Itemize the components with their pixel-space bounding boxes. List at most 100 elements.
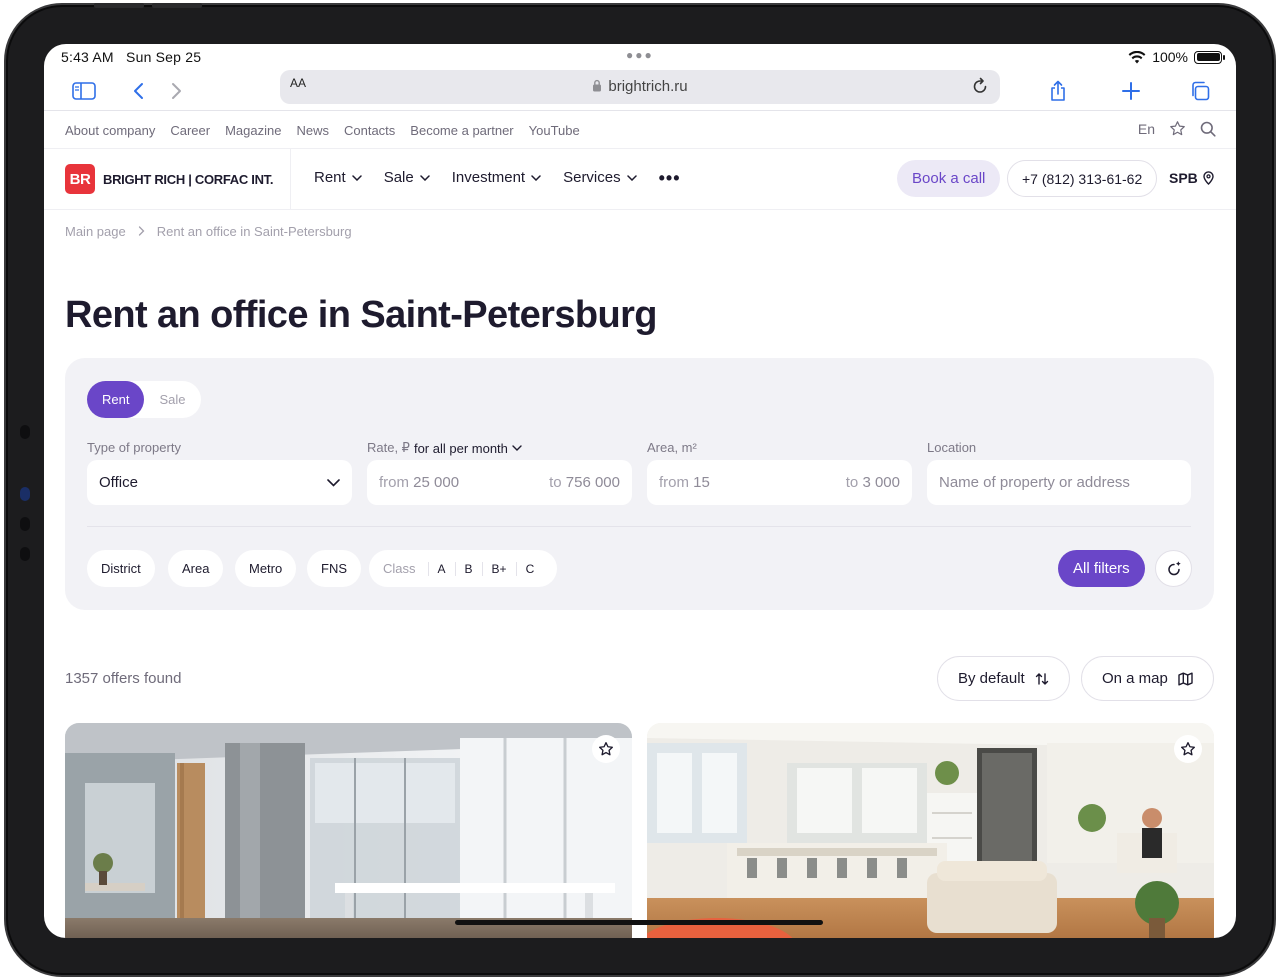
star-icon — [599, 742, 613, 756]
reset-filter-icon — [1167, 560, 1181, 575]
browser-toolbar: AA brightrich.ru — [44, 70, 1236, 111]
rate-from-value[interactable]: 25 000 — [413, 474, 459, 491]
top-link-career[interactable]: Career — [170, 123, 210, 138]
map-icon — [1178, 672, 1193, 685]
status-time: 5:43 AM Sun Sep 25 — [61, 49, 201, 65]
breadcrumb-home[interactable]: Main page — [65, 224, 126, 239]
listing-card[interactable] — [65, 723, 632, 938]
filter-chip-district[interactable]: District — [87, 550, 155, 587]
chevron-right-icon — [138, 226, 145, 236]
new-tab-icon[interactable] — [1117, 78, 1145, 104]
language-switch[interactable]: En — [1138, 121, 1155, 137]
toggle-sale[interactable]: Sale — [144, 381, 200, 418]
class-option-c[interactable]: C — [515, 561, 544, 576]
all-filters-button[interactable]: All filters — [1058, 550, 1145, 587]
sort-button[interactable]: By default — [937, 656, 1070, 701]
forward-icon[interactable] — [162, 78, 190, 104]
status-indicators: 100% — [1128, 49, 1225, 65]
class-option-b[interactable]: B — [454, 561, 482, 576]
filter-chip-area[interactable]: Area — [168, 550, 224, 587]
favorite-button[interactable] — [592, 735, 620, 763]
url-display[interactable]: brightrich.ru — [280, 78, 1000, 95]
class-option-a[interactable]: A — [427, 561, 455, 576]
rate-range-input[interactable]: from 25 000 to 756 000 — [367, 460, 632, 505]
city-selector[interactable]: SPB — [1169, 170, 1214, 186]
favorites-star-icon[interactable] — [1169, 120, 1186, 137]
location-placeholder: Name of property or address — [939, 474, 1130, 491]
share-icon[interactable] — [1044, 78, 1072, 104]
area-range-input[interactable]: from 15 to 3 000 — [647, 460, 912, 505]
rate-to-value[interactable]: 756 000 — [566, 474, 620, 491]
logo-mark: BR — [65, 164, 95, 194]
filter-chip-metro[interactable]: Metro — [235, 550, 297, 587]
top-links-utilities: En — [1138, 120, 1216, 137]
browser-screen: 5:43 AM Sun Sep 25 ●●● 100% AA brightric… — [44, 44, 1236, 938]
property-type-value: Office — [99, 474, 138, 491]
chevron-down-icon — [351, 174, 362, 181]
location-label: Location — [927, 440, 977, 455]
property-type-select[interactable]: Office — [87, 460, 352, 505]
type-label: Type of property — [87, 440, 181, 455]
location-input[interactable]: Name of property or address — [927, 460, 1191, 505]
nav-item-rent[interactable]: Rent — [314, 169, 362, 186]
office-photo — [647, 723, 1214, 938]
address-bar[interactable]: AA brightrich.ru — [280, 70, 1000, 104]
battery-icon — [1194, 50, 1225, 64]
area-from-value[interactable]: 15 — [693, 474, 710, 491]
map-view-button[interactable]: On a map — [1081, 656, 1214, 701]
breadcrumb-current: Rent an office in Saint-Petersburg — [156, 224, 352, 239]
back-icon[interactable] — [125, 78, 153, 104]
multitasking-dots-icon[interactable]: ●●● — [626, 48, 654, 62]
tabs-overview-icon[interactable] — [1186, 78, 1214, 104]
area-to-value[interactable]: 3 000 — [862, 474, 900, 491]
nav-item-label: Rent — [314, 169, 346, 186]
class-filter: Class A B B+ C — [369, 550, 558, 587]
top-link-contacts[interactable]: Contacts — [344, 123, 395, 138]
top-link-news[interactable]: News — [296, 123, 329, 138]
top-link-youtube[interactable]: YouTube — [529, 123, 580, 138]
main-navigation: BR BRIGHT RICH | CORFAC INT. Rent Sale I… — [44, 149, 1236, 210]
url-text: brightrich.ru — [608, 78, 688, 95]
nav-item-label: Investment — [451, 169, 526, 186]
filter-chip-fns[interactable]: FNS — [307, 550, 361, 587]
camera-dot — [20, 425, 30, 439]
saved-search-button[interactable] — [1155, 550, 1192, 587]
nav-item-services[interactable]: Services — [563, 169, 637, 186]
top-link-partner[interactable]: Become a partner — [410, 123, 513, 138]
sidebar-icon[interactable] — [70, 78, 98, 104]
volume-button — [94, 3, 144, 8]
listing-card[interactable] — [647, 723, 1214, 938]
breadcrumb: Main page Rent an office in Saint-Peters… — [65, 224, 352, 239]
chevron-down-icon — [512, 445, 522, 451]
more-menu-icon[interactable]: ••• — [659, 169, 681, 187]
results-count: 1357 offers found — [65, 670, 182, 687]
home-indicator[interactable] — [455, 920, 823, 925]
top-link-about[interactable]: About company — [65, 123, 155, 138]
toggle-rent[interactable]: Rent — [87, 381, 145, 418]
map-label: On a map — [1102, 670, 1168, 687]
office-photo — [65, 723, 632, 938]
class-option-b-plus[interactable]: B+ — [481, 561, 516, 576]
favorite-button[interactable] — [1174, 735, 1202, 763]
nav-item-sale[interactable]: Sale — [384, 169, 430, 186]
chevron-down-icon — [419, 174, 430, 181]
book-call-button[interactable]: Book a call — [897, 160, 1001, 197]
search-icon[interactable] — [1200, 121, 1216, 137]
top-links-bar: About company Career Magazine News Conta… — [44, 111, 1236, 149]
site-logo[interactable]: BR BRIGHT RICH | CORFAC INT. — [65, 164, 274, 194]
chevron-down-icon — [327, 478, 340, 487]
top-link-magazine[interactable]: Magazine — [225, 123, 281, 138]
reload-icon[interactable] — [972, 77, 988, 100]
class-label: Class — [383, 561, 416, 576]
nav-item-investment[interactable]: Investment — [452, 169, 541, 186]
time-text: 5:43 AM — [61, 49, 114, 65]
top-links: About company Career Magazine News Conta… — [65, 123, 580, 138]
status-bar: 5:43 AM Sun Sep 25 ●●● 100% — [44, 44, 1236, 70]
nav-menu: Rent Sale Investment Services ••• — [314, 169, 681, 187]
area-from-label: from — [659, 474, 689, 491]
rate-period-dropdown[interactable]: for all per month — [414, 441, 508, 456]
sensor-dot — [20, 487, 30, 501]
phone-button[interactable]: +7 (812) 313-61-62 — [1007, 160, 1158, 197]
area-to-label: to — [845, 474, 859, 491]
wifi-icon — [1128, 50, 1146, 63]
